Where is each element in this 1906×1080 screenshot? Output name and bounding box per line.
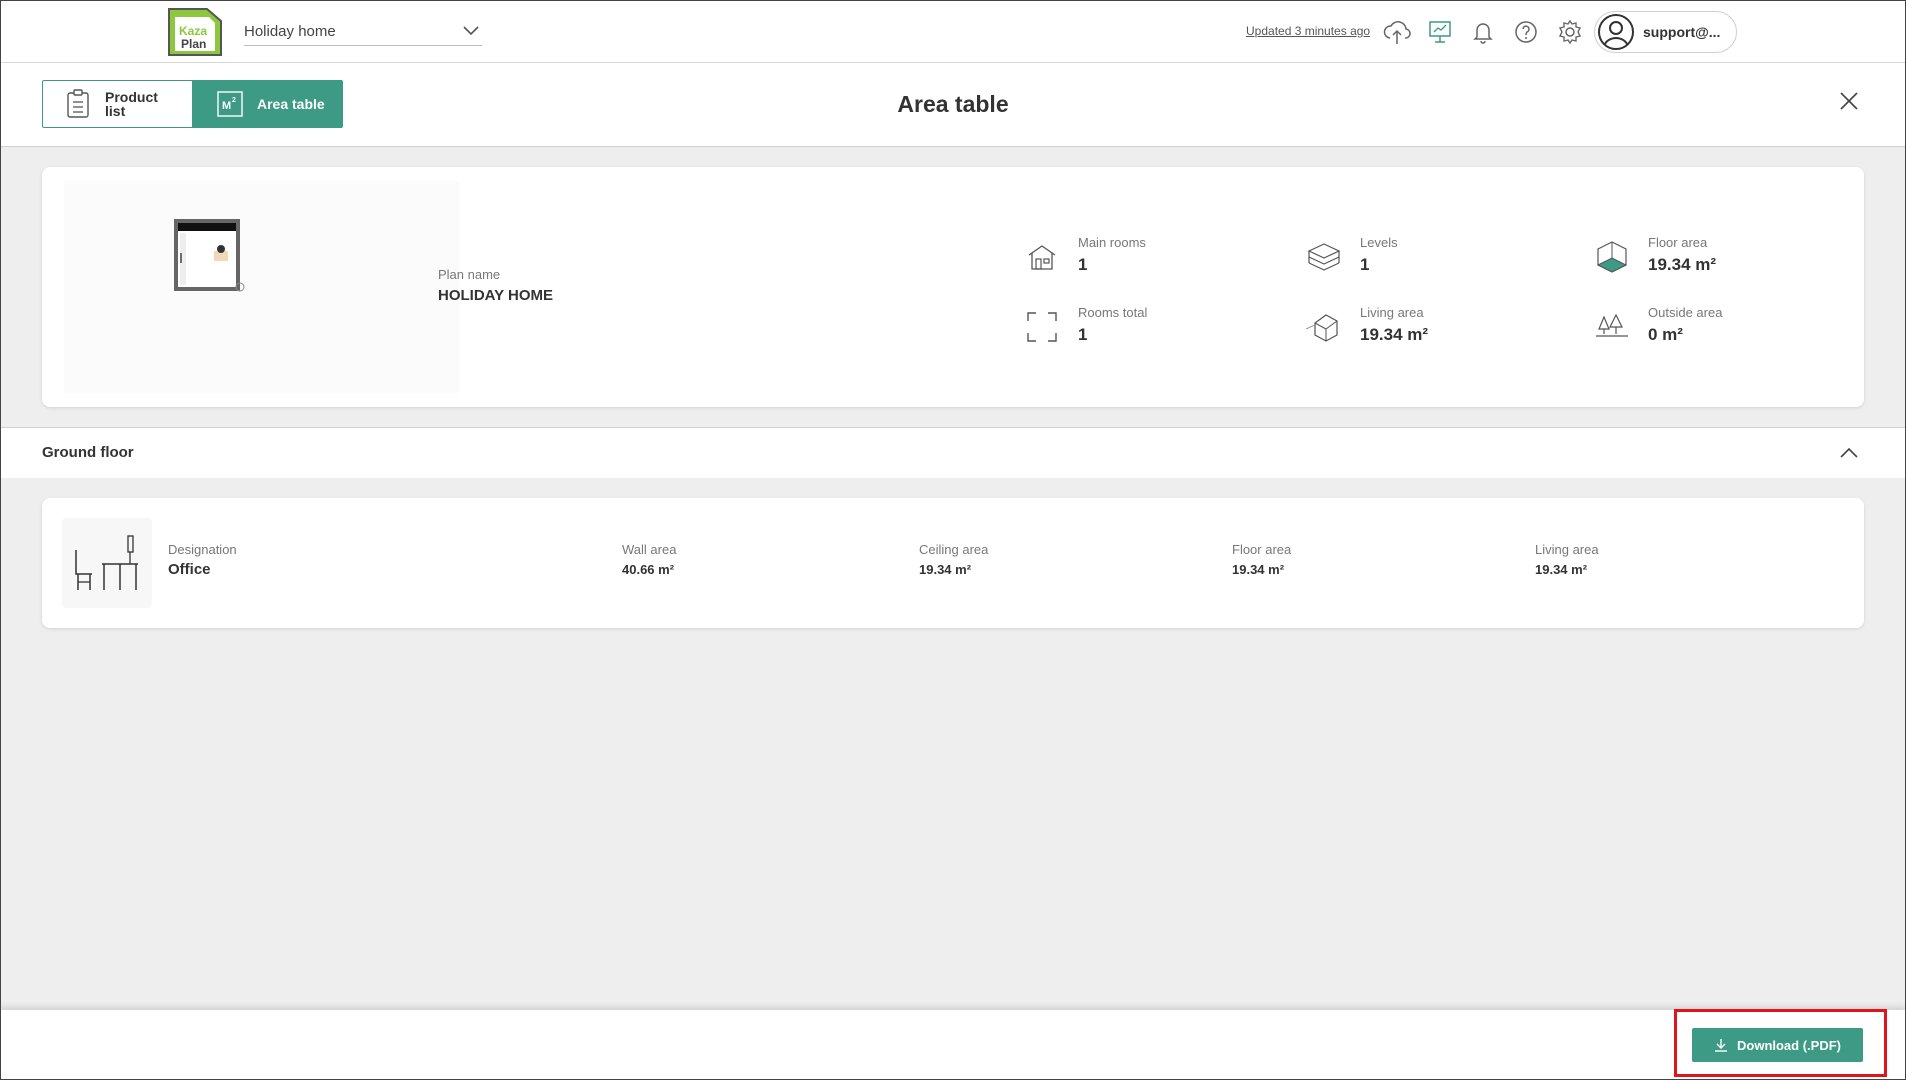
room-living-area: Living area 19.34 m² [1535,542,1599,577]
room-thumbnail [62,518,152,608]
chevron-up-icon[interactable] [1838,442,1860,464]
ceiling-area-label: Ceiling area [919,542,989,557]
download-pdf-button[interactable]: Download (.PDF) [1692,1028,1863,1062]
living-area-value: 19.34 m² [1535,562,1588,577]
last-updated-link[interactable]: Updated 3 minutes ago [1246,24,1370,38]
room-row-office: Designation Office Wall area 40.66 m² Ce… [42,498,1864,628]
stat-outside-area: Outside area 0 m² [1594,305,1834,355]
room-wall-area: Wall area 40.66 m² [622,542,676,577]
wall-area-value: 40.66 m² [622,562,675,577]
cloud-upload-icon[interactable] [1382,17,1412,47]
room-designation: Designation Office [168,542,237,578]
ground-floor-section-header[interactable]: Ground floor [0,427,1906,478]
stat-main-rooms: Main rooms 1 [1024,235,1264,285]
house-icon [1028,245,1056,270]
logo-text-kaza: Kaza [179,24,207,38]
monitor-icon[interactable] [1425,17,1455,47]
stat-main-rooms-label: Main rooms [1078,235,1146,250]
user-name: support@... [1643,24,1721,40]
rooms-frame-icon [1027,312,1057,342]
ceiling-area-value: 19.34 m² [919,562,972,577]
stat-rooms-total-value: 1 [1078,325,1088,344]
logo-text-plan: Plan [181,37,206,51]
designation-value: Office [168,561,211,578]
kazaplan-logo[interactable]: Kaza Plan [167,7,223,57]
gear-icon[interactable] [1555,17,1585,47]
user-menu-button[interactable]: support@... [1594,11,1737,53]
stat-main-rooms-value: 1 [1078,255,1088,274]
floorplan-preview-image [174,219,245,292]
desk-chair-icon [75,535,138,590]
main-content: Plan name HOLIDAY HOME Main rooms 1 Leve… [0,147,1906,1010]
floor-area-label: Floor area [1232,542,1292,557]
stat-levels-label: Levels [1360,235,1398,250]
stat-outside-area-value: 0 m² [1648,325,1683,344]
close-icon[interactable] [1837,89,1861,113]
plan-summary-card: Plan name HOLIDAY HOME Main rooms 1 Leve… [42,167,1864,407]
floor-area-value: 19.34 m² [1232,562,1285,577]
room-ceiling-area: Ceiling area 19.34 m² [919,542,988,577]
user-avatar-icon [1598,14,1634,50]
help-icon[interactable] [1511,17,1541,47]
stat-outside-area-label: Outside area [1648,305,1723,320]
download-icon [1715,1039,1727,1052]
stat-rooms-total: Rooms total 1 [1024,305,1264,355]
room-floor-area: Floor area 19.34 m² [1232,542,1291,577]
page-title: Area table [897,91,1009,117]
plan-thumbnail [64,181,459,393]
stat-rooms-total-label: Rooms total [1078,305,1148,320]
stat-floor-area-value: 19.34 m² [1648,255,1717,274]
living-area-label: Living area [1535,542,1599,557]
plan-name-label: Plan name [438,267,501,282]
stat-floor-area: Floor area 19.34 m² [1594,235,1834,285]
ground-floor-title: Ground floor [42,444,134,461]
stat-living-area-label: Living area [1360,305,1424,320]
plan-select-dropdown[interactable]: Holiday home [244,18,482,46]
footer-bar [0,1010,1906,1080]
top-bar: Kaza Plan Holiday home Updated 3 minutes… [0,0,1906,63]
levels-icon [1307,243,1341,271]
floor-area-icon [1596,241,1628,273]
page-header: Product list M 2 Area table Area table [0,63,1906,147]
wall-area-label: Wall area [622,542,677,557]
bell-icon[interactable] [1468,17,1498,47]
plan-select-value: Holiday home [244,23,336,40]
stat-living-area-value: 19.34 m² [1360,325,1429,344]
download-pdf-label: Download (.PDF) [1737,1037,1841,1053]
stat-levels-value: 1 [1360,255,1370,274]
stat-levels: Levels 1 [1306,235,1546,285]
outside-area-icon [1596,313,1628,337]
designation-label: Designation [168,542,237,557]
living-area-icon [1306,314,1338,342]
stat-living-area: Living area 19.34 m² [1306,305,1546,355]
plan-name-value: HOLIDAY HOME [438,287,554,304]
chevron-down-icon [463,26,479,36]
stat-floor-area-label: Floor area [1648,235,1708,250]
